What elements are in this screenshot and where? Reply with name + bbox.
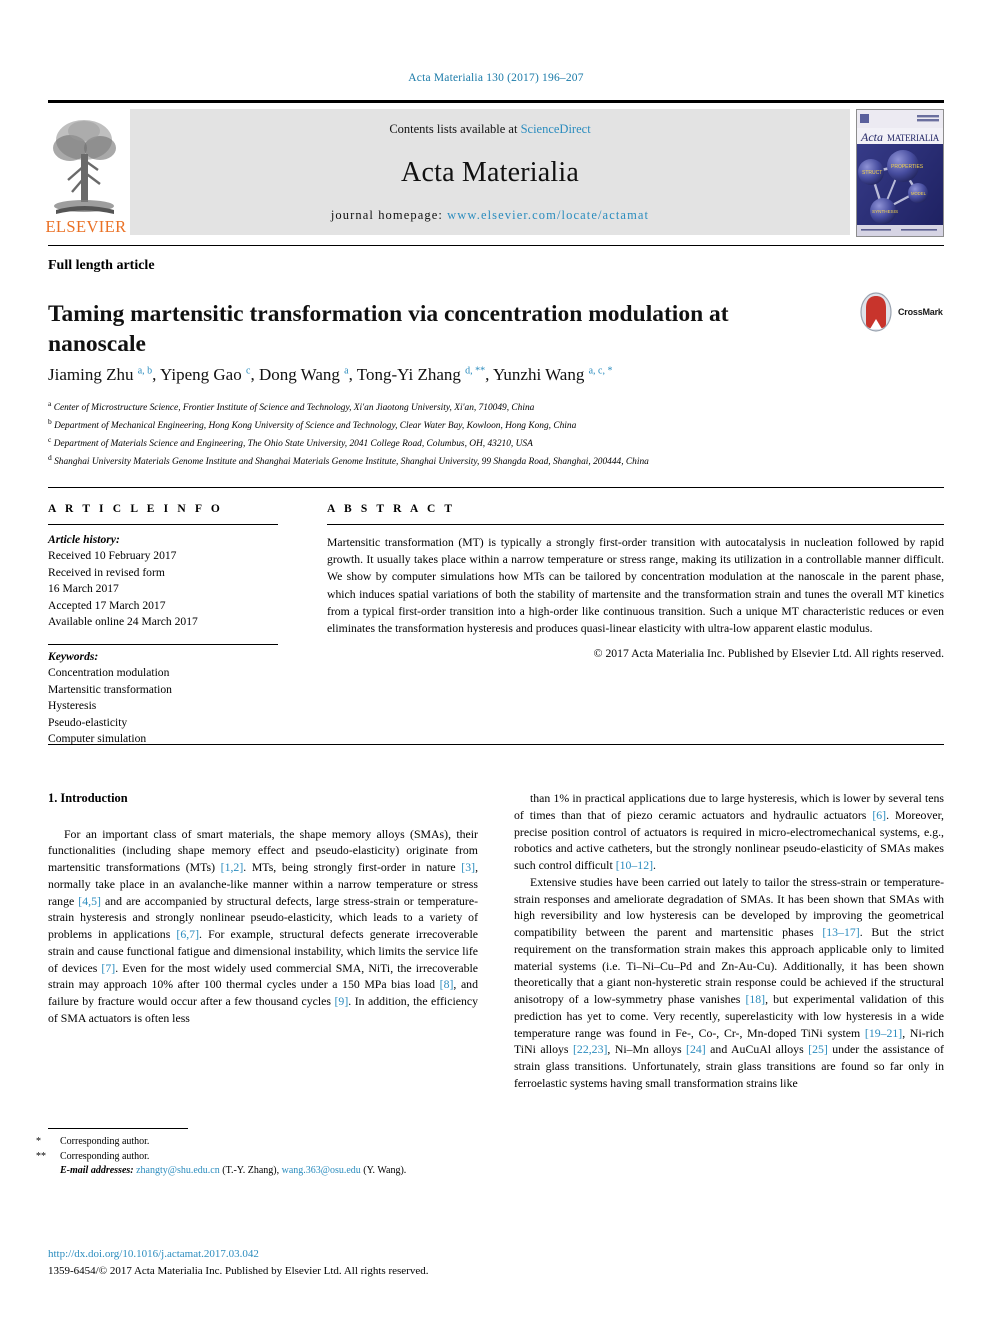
sciencedirect-link[interactable]: ScienceDirect	[521, 122, 591, 136]
body-right-paragraphs: than 1% in practical applications due to…	[514, 790, 944, 1092]
crossmark-badge[interactable]: CrossMark	[858, 289, 944, 335]
keyword-item: Concentration modulation	[48, 666, 170, 680]
homepage-prefix: journal homepage:	[330, 208, 448, 222]
crossmark-label: CrossMark	[898, 307, 943, 317]
article-info-column: A R T I C L E I N F O Article history: R…	[48, 503, 278, 747]
svg-text:MATERIALIA: MATERIALIA	[887, 133, 940, 143]
affiliation-item: b Department of Mechanical Engineering, …	[48, 416, 928, 434]
doi-link[interactable]: http://dx.doi.org/10.1016/j.actamat.2017…	[48, 1246, 518, 1263]
keyword-item: Hysteresis	[48, 699, 97, 713]
svg-text:PROPERTIES: PROPERTIES	[891, 164, 924, 170]
keyword-item: Martensitic transformation	[48, 682, 172, 696]
keywords-list: Concentration modulation Martensitic tran…	[48, 665, 278, 747]
footnote-emails: E-mail addresses: zhangty@shu.edu.cn (T.…	[60, 1165, 407, 1177]
elsevier-logo: ELSEVIER	[45, 109, 127, 237]
article-info-rule	[48, 524, 278, 525]
journal-homepage-line: journal homepage: www.elsevier.com/locat…	[331, 208, 649, 223]
article-history-label: Article history:	[48, 533, 120, 546]
affiliation-item: c Department of Materials Science and En…	[48, 434, 928, 452]
article-history-item: Available online 24 March 2017	[48, 615, 198, 629]
article-info-heading: A R T I C L E I N F O	[48, 503, 223, 515]
body-column-left: 1. Introduction For an important class o…	[48, 790, 478, 1027]
issn-copyright-line: 1359-6454/© 2017 Acta Materialia Inc. Pu…	[48, 1264, 429, 1277]
affiliation-list: a Center of Microstructure Science, Fron…	[48, 398, 928, 470]
cover-artwork-icon: Acta MATERIALIA STRUCT PROPERTIES MODEL …	[857, 110, 943, 236]
article-history-item: Received 10 February 2017	[48, 549, 177, 563]
body-paragraph: Extensive studies have been carried out …	[514, 874, 945, 1090]
email-link-1[interactable]: zhangty@shu.edu.cn	[136, 1165, 220, 1176]
abstract-rule	[327, 524, 944, 525]
footnote-block: * Corresponding author. ** Corresponding a…	[36, 1128, 478, 1179]
journal-cover-thumbnail: Acta MATERIALIA STRUCT PROPERTIES MODEL …	[856, 109, 944, 237]
keywords-rule	[48, 643, 278, 645]
svg-text:STRUCT: STRUCT	[862, 170, 882, 176]
elsevier-wordmark: ELSEVIER	[45, 216, 127, 236]
journal-title: Acta Materialia	[401, 156, 579, 188]
article-history-item: Accepted 17 March 2017	[48, 598, 166, 612]
abstract-column: A B S T R A C T Martensitic transformati…	[327, 503, 944, 660]
email-owner-1: (T.-Y. Zhang)	[222, 1165, 277, 1177]
abstract-heading: A B S T R A C T	[327, 503, 456, 515]
article-history-lines: Received 10 February 2017 Received in rev…	[48, 548, 278, 630]
doi-block: http://dx.doi.org/10.1016/j.actamat.2017…	[48, 1246, 518, 1279]
affiliation-text: Department of Materials Science and Engi…	[53, 439, 533, 450]
affiliation-marker: c	[48, 435, 52, 445]
keyword-item: Pseudo-elasticity	[48, 715, 128, 729]
affiliation-marker: d	[48, 453, 52, 463]
affiliation-item: a Center of Microstructure Science, Fron…	[48, 398, 928, 416]
footnote-marker-2: **	[36, 1150, 46, 1162]
email-link-2[interactable]: wang.363@osu.edu	[282, 1165, 361, 1176]
paper-page: Acta Materialia 130 (2017) 196–207 ELSEV…	[0, 0, 992, 1323]
abstract-bottom-rule	[48, 744, 944, 745]
body-column-right: than 1% in practical applications due to…	[514, 790, 944, 1092]
body-paragraph: than 1% in practical applications due to…	[514, 791, 944, 872]
svg-text:Acta: Acta	[860, 130, 883, 144]
info-top-rule	[48, 487, 944, 488]
section-title-introduction: 1. Introduction	[48, 791, 128, 805]
journal-masthead: ELSEVIER Contents lists available at Sci…	[45, 100, 944, 237]
footnote-marker-1: *	[36, 1136, 41, 1147]
elsevier-tree-icon	[53, 119, 116, 214]
footnote-separator-rule	[48, 1128, 188, 1129]
body-paragraph: For an important class of smart material…	[48, 826, 479, 1025]
running-head: Acta Materialia 130 (2017) 196–207	[408, 72, 584, 84]
crossmark-icon	[860, 292, 892, 332]
affiliation-text: Shanghai University Materials Genome Ins…	[54, 457, 649, 468]
article-type-label: Full length article	[48, 258, 155, 273]
email-owner-2: (Y. Wang).	[363, 1165, 407, 1177]
author-list: Jiaming Zhu a, b, Yipeng Gao c, Dong Wan…	[48, 365, 613, 384]
footnote-corresponding-2: ** Corresponding author.	[36, 1150, 478, 1165]
keywords-label: Keywords:	[48, 649, 99, 663]
contents-prefix: Contents lists available at	[389, 122, 521, 136]
affiliation-text: Center of Microstructure Science, Fronti…	[53, 403, 535, 414]
affiliation-marker: b	[48, 417, 52, 427]
article-history-item: Received in revised form	[48, 565, 165, 579]
page-title: Taming martensitic transformation via co…	[48, 300, 729, 358]
affiliation-marker: a	[48, 399, 52, 408]
contents-available-line: Contents lists available at ScienceDirec…	[389, 122, 590, 137]
email-addresses-label: E-mail addresses:	[60, 1165, 134, 1177]
abstract-text: Martensitic transformation (MT) is typic…	[327, 536, 944, 636]
footnote-text-2: Corresponding author.	[60, 1150, 150, 1162]
footnote-corresponding-1: * Corresponding author.	[36, 1135, 478, 1150]
article-history-item: 16 March 2017	[48, 582, 119, 596]
abstract-copyright: © 2017 Acta Materialia Inc. Published by…	[593, 647, 944, 661]
body-left-paragraphs: For an important class of smart material…	[48, 826, 478, 1027]
affiliation-text: Department of Mechanical Engineering, Ho…	[54, 421, 577, 432]
article-history-block: Article history: Received 10 February 20…	[48, 532, 278, 631]
footnote-text-1: Corresponding author.	[60, 1136, 150, 1147]
masthead-bottom-rule	[48, 245, 944, 246]
affiliation-item: d Shanghai University Materials Genome I…	[48, 452, 928, 470]
journal-homepage-link[interactable]: www.elsevier.com/locate/actamat	[447, 208, 649, 222]
svg-text:SYNTHESIS: SYNTHESIS	[872, 209, 898, 214]
svg-text:MODEL: MODEL	[911, 191, 927, 196]
keywords-block: Keywords: Concentration modulation Marten…	[48, 649, 278, 748]
journal-band: Contents lists available at ScienceDirec…	[130, 109, 850, 235]
